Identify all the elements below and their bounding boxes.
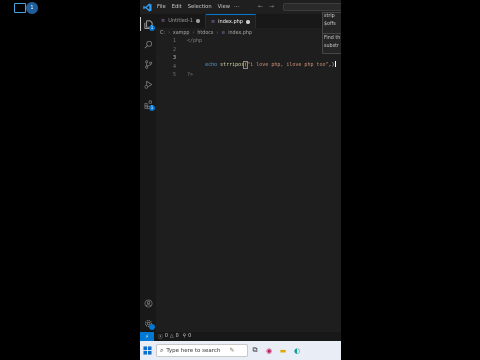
menu-file[interactable]: File — [157, 4, 166, 10]
unsaved-dot-icon[interactable] — [195, 19, 200, 23]
menu-edit[interactable]: Edit — [172, 4, 182, 10]
code-line: </php — [187, 38, 203, 44]
search-icon: ⌕ — [160, 346, 164, 354]
left-black-margin: 1 — [0, 0, 140, 360]
explorer-icon[interactable]: 1 — [142, 18, 155, 31]
search-placeholder: Type here to search — [166, 347, 221, 354]
ports-icon: ⚲ — [182, 334, 187, 339]
tab-index-php[interactable]: ≡ index.php — [205, 14, 256, 28]
right-black-margin — [341, 0, 480, 360]
search-icon[interactable] — [142, 38, 154, 50]
echo-keyword: echo — [205, 62, 218, 68]
settings-badge — [149, 324, 155, 330]
command-center-search[interactable] — [283, 3, 341, 11]
breadcrumb-htdocs[interactable]: htdocs — [197, 31, 213, 36]
editor-tabs: ≡ Untitled-1 ≡ index.php — [156, 14, 341, 28]
breadcrumb: C: › xampp › htdocs › ≡ index.php — [160, 31, 252, 36]
error-icon: ⓧ — [158, 335, 163, 340]
line-number: 3 — [172, 55, 176, 61]
string-literal: "i love php, ilove php too" — [247, 62, 329, 68]
popup-param: $offs — [324, 22, 336, 27]
breadcrumb-xampp[interactable]: xampp — [173, 31, 190, 36]
unsaved-dot-icon[interactable] — [245, 19, 250, 24]
warning-icon: △ — [169, 334, 174, 339]
function-name: strripos — [220, 62, 245, 68]
ports-count: 0 — [188, 334, 192, 339]
forward-arrow-icon[interactable]: → — [269, 3, 274, 10]
php-file-icon: ≡ — [221, 31, 226, 36]
line-number: 1 — [172, 38, 176, 44]
menu-view[interactable]: View — [218, 4, 230, 10]
breadcrumb-file[interactable]: index.php — [228, 31, 252, 36]
webcam-overlay-icon: 1 — [8, 0, 38, 18]
warning-count: 0 — [175, 334, 179, 339]
account-icon[interactable] — [142, 297, 154, 309]
line-number: 4 — [172, 64, 176, 70]
extensions-badge: 1 — [149, 105, 155, 111]
task-view-icon[interactable]: ⧉ — [248, 341, 262, 360]
line-number: 2 — [172, 47, 176, 53]
search-highlight-icon: ✎ — [229, 347, 235, 354]
settings-gear-icon[interactable] — [142, 317, 155, 330]
vscode-window: File Edit Selection View ··· ← → 1 1 ≡ U… — [140, 0, 341, 360]
error-count: 0 — [164, 334, 168, 339]
code-line: ?> — [187, 72, 194, 78]
title-bar: File Edit Selection View ··· ← → — [140, 0, 341, 14]
status-bar: ⚡ ⓧ 0 △ 0 ⚲ 0 — [140, 332, 341, 341]
activity-bar: 1 1 — [140, 14, 156, 332]
file-explorer-icon[interactable]: ▬ — [276, 341, 290, 360]
menu-selection[interactable]: Selection — [188, 4, 212, 10]
file-icon: ≡ — [161, 18, 166, 24]
vertical-scrollbar[interactable] — [333, 38, 341, 332]
back-arrow-icon[interactable]: ← — [258, 3, 263, 10]
breadcrumb-drive[interactable]: C: — [160, 31, 165, 36]
active-indicator — [140, 17, 141, 31]
source-control-icon[interactable] — [142, 58, 154, 70]
vscode-logo-icon — [140, 0, 154, 14]
copilot-icon[interactable]: ◉ — [262, 341, 276, 360]
problems-status[interactable]: ⓧ 0 △ 0 — [158, 333, 179, 340]
remote-indicator-icon[interactable]: ⚡ — [140, 332, 154, 341]
edge-browser-icon[interactable]: ◐ — [290, 341, 304, 360]
menu-more-button[interactable]: ··· — [234, 4, 239, 10]
extensions-icon[interactable]: 1 — [142, 98, 155, 111]
windows-start-icon[interactable] — [140, 341, 154, 360]
run-debug-icon[interactable] — [142, 78, 154, 90]
tab-untitled-1[interactable]: ≡ Untitled-1 — [156, 14, 206, 28]
tab-label: Untitled-1 — [168, 18, 193, 24]
explorer-badge: 1 — [149, 25, 155, 31]
taskbar-search-box[interactable]: ⌕ Type here to search ✎ — [156, 344, 248, 357]
tab-label: index.php — [218, 18, 243, 25]
navigation-arrows: ← → — [258, 3, 274, 10]
code-line-active: echo strripos("i love php, ilove php too… — [187, 55, 336, 74]
code-editor[interactable]: 1 </php 2 3 echo strripos("i love php, i… — [156, 38, 336, 328]
popup-signature: strip — [324, 14, 335, 19]
ports-status[interactable]: ⚲ 0 — [183, 334, 192, 339]
php-file-icon: ≡ — [210, 18, 216, 25]
line-number: 5 — [172, 72, 176, 78]
menu-bar: File Edit Selection View — [157, 4, 230, 10]
windows-taskbar: ⌕ Type here to search ✎ ⧉ ◉ ▬ ◐ — [140, 341, 341, 360]
